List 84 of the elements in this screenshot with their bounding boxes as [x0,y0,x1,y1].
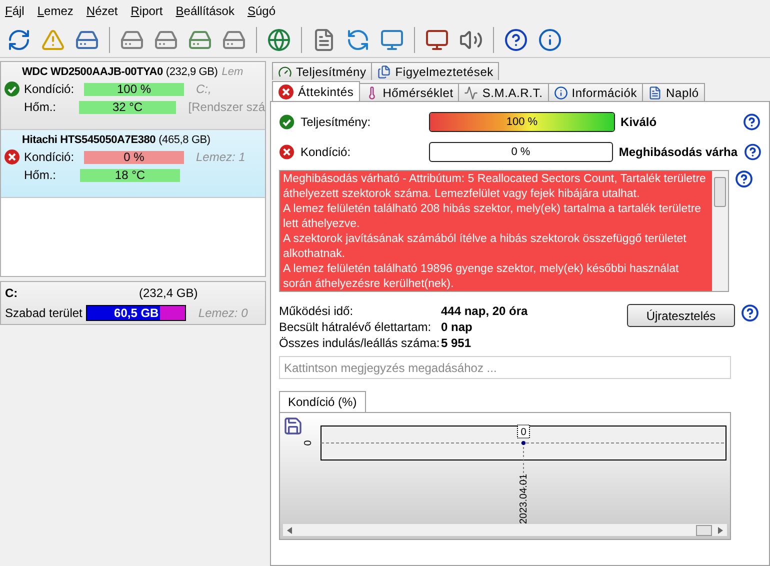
temperature-meter: 18 °C [80,168,180,182]
tab[interactable]: Hőmérséklet [358,83,460,101]
monitor-icon [425,28,449,52]
tab[interactable]: Figyelmeztetések [371,62,500,80]
globe-icon [267,28,291,52]
temperature-meter: 32 °C [78,100,176,114]
temperature-label: Hőm.: [24,100,58,114]
partition-card[interactable]: C: (232,4 GB) Szabad terület 60,5 GB Lemez: 0 [0,281,266,325]
partition-name: C: [5,286,19,300]
metric-verdict: Kiváló [620,115,658,129]
menu-item[interactable]: Lemez [34,4,84,18]
disk-detail: [Rendszer szá [188,100,265,114]
condition-meter: 0 % [84,150,184,164]
condition-label: Kondíció: [24,150,76,164]
monitor-icon [380,28,404,52]
stat-value: 0 nap [441,320,474,334]
help-icon [504,28,528,52]
help-icon[interactable] [744,143,761,161]
warning-message: Meghibásodás várható - Attribútum: 5 Reallocated Sectors Count, Tartalék területre áthelyezett szektorok száma. Lemezfelület vagy fejek hibájára utalhat. [283,172,707,202]
disk-name: Hitachi HTS545050A7E380 [22,134,156,146]
condition-label: Kondíció: [24,82,76,96]
menu-item[interactable]: Súgó [244,4,286,18]
tab[interactable]: Információk [548,83,644,101]
x-tick-label: 2023.04.01 [518,474,530,524]
tab[interactable]: Napló [642,83,705,101]
warning-message: A szektorok javításának számából ítélve a hibás szektorok összefüggő területet alkothatnak. [283,232,688,262]
metric-bar: 100 % [429,112,615,132]
disk-card[interactable]: WDC WD2500AAJB-00TYA0 (232,9 GB) Lem Kondíció: 100 % C:, Hőm.: 32 °C [Rendszer szá [1,62,265,130]
warning-icon [41,28,65,52]
pages-icon [377,64,392,78]
disk-size: (465,8 GB) [158,134,210,146]
y-tick-label: 0 [303,440,314,446]
free-space-label: Szabad terület [5,306,82,320]
free-space-bar: 60,5 GB [86,305,186,321]
document-icon [648,86,662,100]
help-icon[interactable] [741,304,759,322]
condition-meter: 100 % [84,82,184,96]
metric-label: Kondíció: [300,145,352,159]
scrollbar[interactable] [712,171,728,291]
menu-item[interactable]: Fájl [2,4,34,18]
info-icon [538,28,562,52]
warning-message: A lemez felületén található 208 hibás szektor, mely(ek) tartalma a tartalék területre lett áthelyezve. [283,202,702,232]
stat-label: Becsült hátralévő élettartam: [279,320,432,334]
disk-card[interactable]: Hitachi HTS545050A7E380 (465,8 GB) Kondíció: 0 % Lemez: 1 Hőm.: 18 °C [1,130,265,198]
disk-size: (232,9 GB) [166,66,218,78]
pulse-icon [464,86,478,100]
arrow-right-icon[interactable] [718,526,723,534]
retest-button[interactable]: Újratesztelés [627,304,735,327]
info-icon [554,86,568,100]
stat-value: 444 nap, 20 óra [441,304,529,318]
metric-bar: 0 % [428,142,613,162]
tab[interactable]: Áttekintés [272,81,360,101]
tab[interactable]: S.M.A.R.T. [458,83,549,101]
save-icon[interactable] [283,416,303,436]
arrow-left-icon[interactable] [287,526,292,534]
data-label: 0 [517,424,530,438]
note-field[interactable]: Kattintson megjegyzés megadásához ... [279,356,731,379]
chart-tab[interactable]: Kondíció (%) [279,391,366,412]
tab[interactable]: Teljesítmény [272,62,372,80]
sync-icon [346,28,370,52]
stat-value: 5 951 [441,336,472,350]
menu-item[interactable]: Nézet [83,4,128,18]
warning-message: A lemez felületén található 19896 gyenge szektor, mely(ek) későbbi használat során áthelyezésre kerülhet(nek). [283,262,680,291]
help-icon[interactable] [743,113,761,131]
temperature-label: Hőm.: [24,168,58,182]
gauge-icon [278,64,292,78]
disk-name: WDC WD2500AAJB-00TYA0 [22,66,163,78]
metric-label: Teljesítmény: [300,115,372,129]
document-icon [312,28,336,52]
help-icon[interactable] [735,170,753,188]
disk-note: Lem [222,66,244,78]
scroll-thumb[interactable] [696,524,712,536]
partition-size: (232,4 GB) [139,286,198,300]
menu-item[interactable]: Riport [128,4,173,18]
refresh-icon [7,28,31,52]
menu-item[interactable]: Beállítások [172,4,244,18]
disk-detail: Lemez: 1 [196,150,246,164]
stat-label: Összes indulás/leállás száma: [279,336,441,350]
data-point [522,441,526,445]
stat-label: Működési idő: [279,304,354,318]
disk-detail: C:, [196,82,212,96]
scrollbar[interactable] [283,524,727,536]
metric-verdict: Meghibásodás várha [618,145,738,159]
disk-number: Lemez: 0 [198,306,248,320]
